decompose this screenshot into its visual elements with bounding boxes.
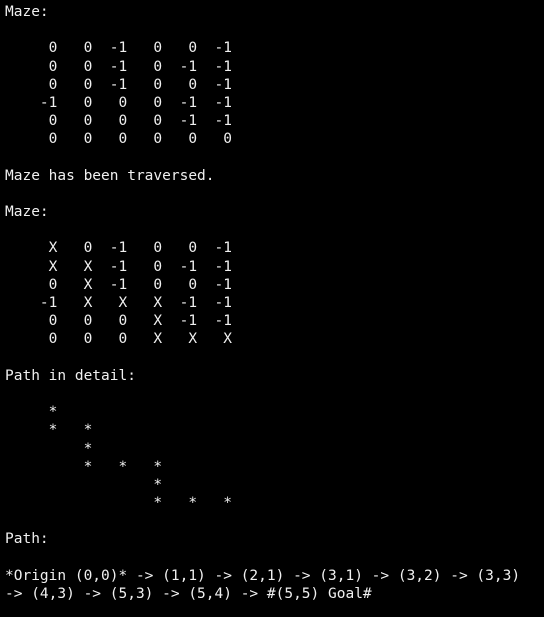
path-detail-heading: Path in detail: bbox=[5, 367, 136, 384]
maze-row-0: 0 0 -1 0 0 -1 bbox=[5, 40, 232, 57]
traversed-maze-row-4: 0 0 0 X -1 -1 bbox=[5, 313, 232, 330]
terminal-window[interactable]: Maze: 0 0 -1 0 0 -1 0 0 -1 0 -1 -1 0 0 -… bbox=[0, 0, 544, 617]
maze-heading: Maze: bbox=[5, 4, 49, 20]
path-detail-row-1: * * bbox=[5, 422, 93, 439]
traversed-maze-row-3: -1 X X X -1 -1 bbox=[5, 295, 232, 311]
maze-row-5: 0 0 0 0 0 0 bbox=[5, 131, 232, 148]
traversed-maze-row-5: 0 0 0 X X X bbox=[5, 331, 232, 348]
maze-row-4: 0 0 0 0 -1 -1 bbox=[5, 113, 232, 130]
path-detail-row-0: * bbox=[5, 404, 58, 421]
path-detail-row-2: * bbox=[5, 440, 93, 457]
traversed-maze-row-2: 0 X -1 0 0 -1 bbox=[5, 276, 232, 293]
maze-row-3: -1 0 0 0 -1 -1 bbox=[5, 94, 232, 111]
traversed-maze-row-0: X 0 -1 0 0 -1 bbox=[5, 240, 232, 257]
path-heading: Path: bbox=[5, 531, 49, 548]
path-sequence-line-1: *Origin (0,0)* -> (1,1) -> (2,1) -> (3,1… bbox=[5, 567, 521, 584]
traversed-maze-row-1: X X -1 0 -1 -1 bbox=[5, 258, 232, 275]
path-detail-row-5: * * * bbox=[5, 495, 232, 512]
maze-row-2: 0 0 -1 0 0 -1 bbox=[5, 76, 232, 93]
status-message: Maze has been traversed. bbox=[5, 167, 215, 184]
path-detail-row-4: * bbox=[5, 476, 163, 493]
maze-row-1: 0 0 -1 0 -1 -1 bbox=[5, 58, 232, 75]
traversed-maze-heading: Maze: bbox=[5, 204, 49, 221]
path-detail-row-3: * * * bbox=[5, 458, 163, 475]
path-sequence-line-2: -> (4,3) -> (5,3) -> (5,4) -> #(5,5) Goa… bbox=[5, 586, 372, 602]
